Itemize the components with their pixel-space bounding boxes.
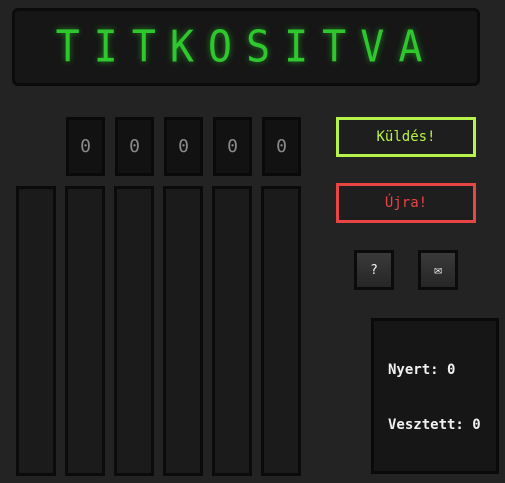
reset-button[interactable]: Újra!	[336, 183, 476, 223]
won-label: Nyert:	[388, 362, 439, 378]
guess-column-5[interactable]	[212, 186, 252, 476]
digit-slot-3: 0	[164, 117, 203, 176]
lost-score: Vesztett: 0	[388, 417, 481, 433]
won-value: 0	[447, 362, 456, 378]
help-icon: ?	[370, 262, 378, 278]
digit-slot-1: 0	[66, 117, 105, 176]
guess-column-6[interactable]	[261, 186, 301, 476]
digit-slot-5: 0	[262, 117, 301, 176]
guess-column-2[interactable]	[65, 186, 105, 476]
title-display: TITKOSITVA	[12, 8, 480, 86]
lost-label: Vesztett:	[388, 417, 464, 433]
title-display-text: TITKOSITVA	[55, 21, 437, 73]
guess-column-3[interactable]	[114, 186, 154, 476]
envelope-icon: ✉	[434, 262, 442, 278]
help-button[interactable]: ?	[354, 250, 394, 290]
score-panel: Nyert: 0 Vesztett: 0	[371, 318, 499, 474]
guess-column-1[interactable]	[16, 186, 56, 476]
mail-button[interactable]: ✉	[418, 250, 458, 290]
digit-slot-4: 0	[213, 117, 252, 176]
guess-column-4[interactable]	[163, 186, 203, 476]
send-button[interactable]: Küldés!	[336, 117, 476, 157]
won-score: Nyert: 0	[388, 362, 455, 378]
lost-value: 0	[472, 417, 481, 433]
digit-slot-2: 0	[115, 117, 154, 176]
